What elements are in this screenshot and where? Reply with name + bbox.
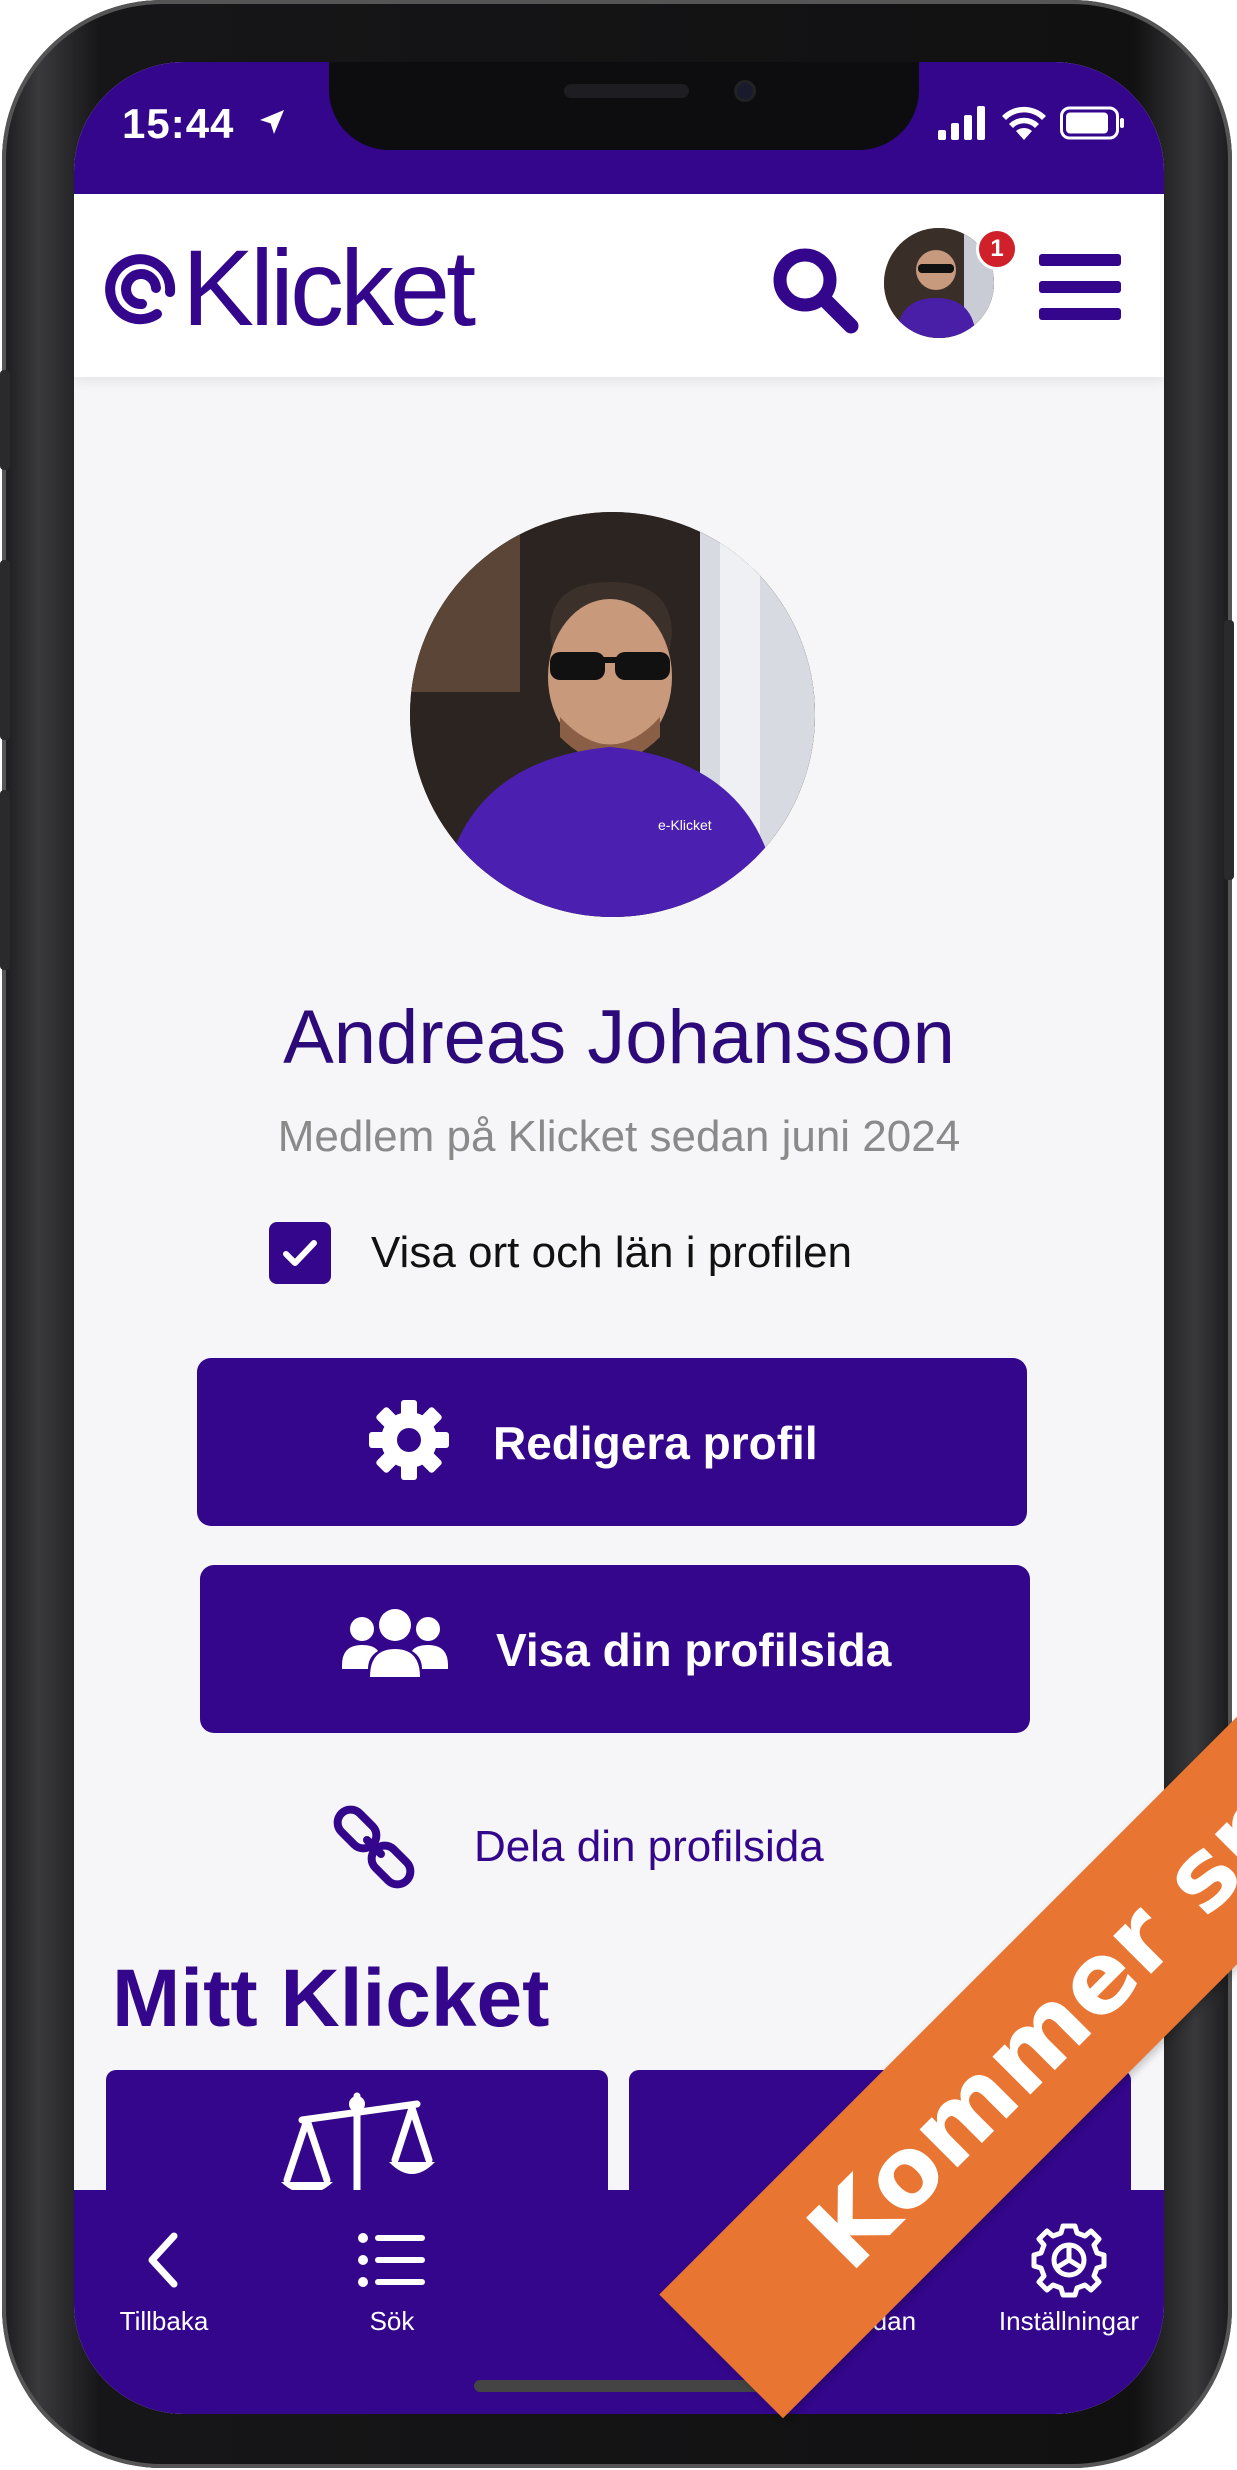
tab-back-label: Tillbaka [119, 2306, 209, 2336]
phone-speaker [564, 84, 689, 98]
wifi-icon [1002, 106, 1046, 140]
phone-notch [329, 62, 919, 150]
phone-camera [734, 80, 756, 102]
edit-profile-label: Redigera profil [493, 1417, 818, 1469]
svg-text:e-Klicket: e-Klicket [658, 817, 712, 833]
settings-icon [1031, 2223, 1107, 2298]
share-profile-label: Dela din profilsida [474, 1822, 824, 1871]
profile-photo-image: e-Klicket [410, 512, 815, 917]
battery-icon [1060, 106, 1124, 140]
klicket-logo[interactable]: Klicket [102, 227, 476, 348]
home-indicator [474, 2380, 774, 2392]
users-icon [342, 1609, 448, 1677]
view-profile-button[interactable]: Visa din profilsida [200, 1565, 1030, 1733]
member-since-text: Medlem på Klicket sedan juni 2024 [277, 1112, 961, 1161]
phone-side-button [0, 370, 10, 470]
show-location-row[interactable]: Visa ort och län i profilen [269, 1222, 852, 1284]
phone-volume-up-button [0, 560, 10, 740]
cellular-signal-icon [938, 106, 985, 140]
search-icon[interactable] [769, 244, 859, 334]
app-header: Klicket 1 [74, 194, 1164, 377]
status-time: 15:44 [122, 100, 235, 147]
status-icons [938, 106, 1126, 140]
hamburger-menu-icon[interactable] [1039, 254, 1121, 324]
list-icon [358, 2233, 425, 2287]
status-bar: 15:44 [74, 62, 1164, 194]
gear-icon [369, 1400, 449, 1480]
tab-search-label: Sök [369, 2306, 415, 2336]
link-icon [333, 1805, 415, 1889]
tab-settings[interactable]: Inställningar [974, 2220, 1164, 2337]
tab-back[interactable]: Tillbaka [74, 2220, 254, 2337]
notification-badge: 1 [976, 228, 1018, 270]
show-location-label: Visa ort och län i profilen [371, 1228, 853, 1277]
logo-text: Klicket [182, 227, 476, 348]
phone-power-button [1224, 620, 1234, 880]
location-arrow-icon [260, 110, 284, 134]
klicket-logo-icon [105, 254, 176, 325]
edit-profile-button[interactable]: Redigera profil [197, 1358, 1027, 1526]
checkmark-icon [283, 1240, 317, 1266]
share-profile-link[interactable]: Dela din profilsida [329, 1802, 824, 1892]
view-profile-label: Visa din profilsida [496, 1624, 892, 1676]
tab-settings-label: Inställningar [998, 2306, 1140, 2336]
profile-photo: e-Klicket [410, 512, 815, 917]
chevron-left-icon [148, 2232, 178, 2288]
show-location-checkbox[interactable] [269, 1222, 331, 1284]
section-title: Mitt Klicket [112, 1953, 550, 2044]
phone-volume-down-button [0, 790, 10, 970]
profile-name: Andreas Johansson [283, 995, 955, 1080]
tab-search[interactable]: Sök [302, 2220, 482, 2337]
